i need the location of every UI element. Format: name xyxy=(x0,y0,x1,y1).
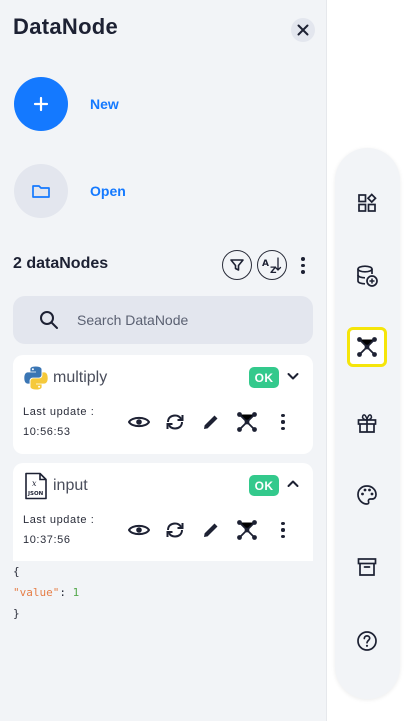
archive-icon xyxy=(357,558,377,576)
scenario-graph-icon xyxy=(357,337,377,357)
status-badge: OK xyxy=(249,475,279,496)
code-line: } xyxy=(13,603,313,624)
pencil-icon xyxy=(204,415,218,429)
status-badge: OK xyxy=(249,367,279,388)
graph-button[interactable] xyxy=(235,410,259,434)
kebab-icon xyxy=(277,414,289,430)
rail-archive-button[interactable] xyxy=(347,547,387,587)
view-button[interactable] xyxy=(127,518,151,542)
search-box[interactable]: Search DataNode xyxy=(13,296,313,344)
eye-icon xyxy=(128,524,150,536)
datanode-content: { "value": 1 } xyxy=(0,561,313,721)
rail-help-button[interactable] xyxy=(347,621,387,661)
eye-icon xyxy=(128,416,150,428)
new-action[interactable]: New xyxy=(14,77,119,131)
refresh-icon xyxy=(166,522,184,538)
card-actions xyxy=(127,410,307,434)
filter-button[interactable] xyxy=(222,250,252,280)
search-input[interactable]: Search DataNode xyxy=(77,312,188,328)
code-key: "value" xyxy=(13,586,60,599)
datanode-panel: DataNode New Open 2 dataNodes A Z Search… xyxy=(0,0,327,721)
close-icon xyxy=(297,24,309,36)
plus-icon xyxy=(33,96,49,112)
new-label[interactable]: New xyxy=(90,96,119,112)
open-action[interactable]: Open xyxy=(14,164,126,218)
open-button[interactable] xyxy=(14,164,68,218)
open-label[interactable]: Open xyxy=(90,183,126,199)
svg-text:A: A xyxy=(262,259,269,269)
rail-scenario-button[interactable] xyxy=(347,327,387,367)
sort-az-icon: A Z xyxy=(262,257,282,275)
card-actions xyxy=(127,518,307,542)
close-brace: } xyxy=(13,607,20,620)
code-line: "value": 1 xyxy=(13,582,313,603)
datanode-name: multiply xyxy=(53,369,108,386)
last-update-label: Last update : xyxy=(23,406,95,418)
rail-database-button[interactable] xyxy=(347,256,387,296)
edit-button[interactable] xyxy=(199,518,223,542)
card-menu-button[interactable] xyxy=(271,518,295,542)
view-button[interactable] xyxy=(127,410,151,434)
close-button[interactable] xyxy=(291,18,315,42)
sort-button[interactable]: A Z xyxy=(257,250,287,280)
rail-widgets-button[interactable] xyxy=(347,183,387,223)
last-update-time: 10:37:56 xyxy=(23,534,71,546)
palette-icon xyxy=(357,485,377,505)
folder-icon xyxy=(32,185,50,198)
graph-button[interactable] xyxy=(235,518,259,542)
cycle-box-icon xyxy=(357,414,377,433)
datanode-card[interactable]: multiply OK Last update : 10:56:53 xyxy=(13,355,313,454)
panel-title: DataNode xyxy=(13,14,119,39)
chevron-up-icon[interactable] xyxy=(286,477,300,491)
new-button[interactable] xyxy=(14,77,68,131)
database-add-icon xyxy=(357,265,378,287)
code-line: { xyxy=(13,561,313,582)
refresh-button[interactable] xyxy=(163,410,187,434)
help-icon xyxy=(357,631,377,651)
svg-text:x: x xyxy=(32,479,37,488)
card-menu-button[interactable] xyxy=(271,410,295,434)
datanode-count: 2 dataNodes xyxy=(13,255,109,272)
list-menu-button[interactable] xyxy=(297,257,309,275)
side-rail xyxy=(335,148,400,699)
filter-icon xyxy=(230,259,244,271)
svg-text:JSON: JSON xyxy=(27,491,44,497)
code-colon: : xyxy=(59,586,66,599)
rail-palette-button[interactable] xyxy=(347,475,387,515)
edit-button[interactable] xyxy=(199,410,223,434)
chevron-down-icon[interactable] xyxy=(286,369,300,383)
json-file-icon: x JSON xyxy=(25,472,47,500)
last-update: Last update : 10:56:53 xyxy=(23,402,94,442)
last-update-label: Last update : xyxy=(23,514,95,526)
scenario-graph-icon xyxy=(237,520,257,540)
code-value: 1 xyxy=(72,586,80,599)
search-icon xyxy=(40,311,58,329)
rail-cycle-button[interactable] xyxy=(347,403,387,443)
scenario-graph-icon xyxy=(237,412,257,432)
last-update: Last update : 10:37:56 xyxy=(23,510,94,550)
kebab-icon xyxy=(277,522,289,538)
open-brace: { xyxy=(13,565,20,578)
refresh-button[interactable] xyxy=(163,518,187,542)
refresh-icon xyxy=(166,414,184,430)
widgets-icon xyxy=(358,193,377,212)
last-update-time: 10:56:53 xyxy=(23,426,71,438)
datanode-name: input xyxy=(53,477,88,494)
pencil-icon xyxy=(204,523,218,537)
python-icon xyxy=(24,366,48,390)
